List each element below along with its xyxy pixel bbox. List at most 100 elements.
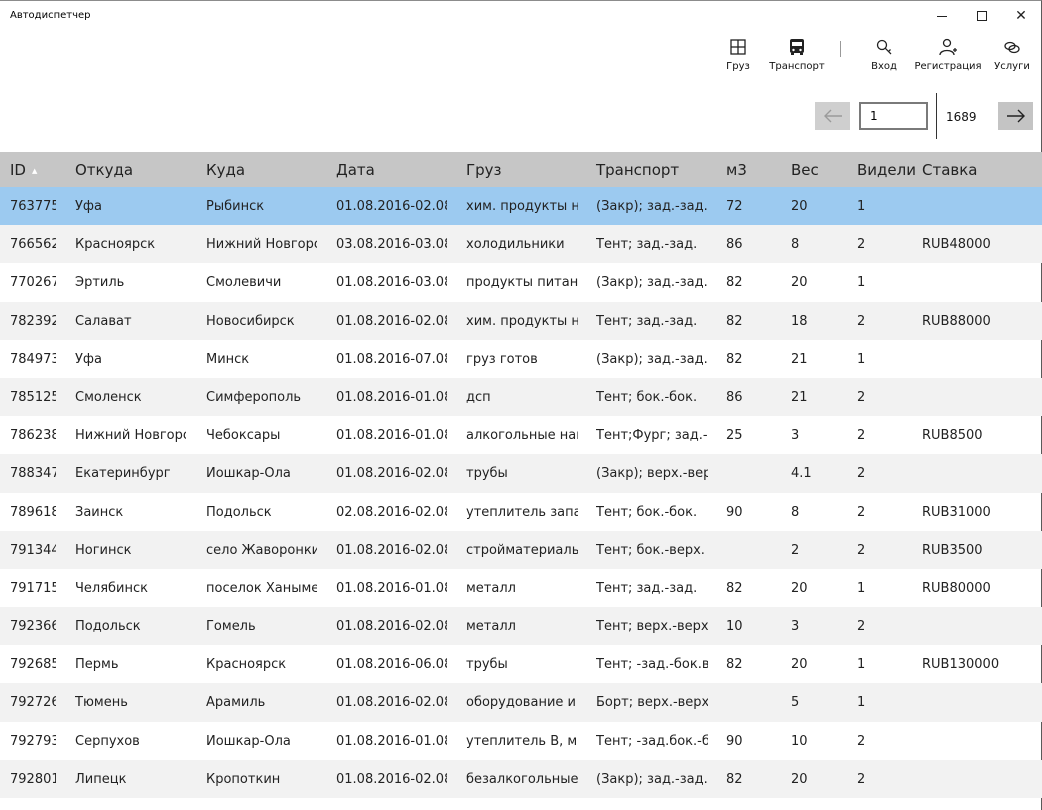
column-header-from[interactable]: Откуда — [75, 161, 186, 179]
cell-date: 01.08.2016-01.08.2016 — [336, 389, 447, 405]
table-row[interactable]: 7928010 Липецк Кропоткин 01.08.2016-02.08.2… — [0, 759, 1042, 798]
page-total: 1689 — [946, 110, 977, 124]
cell-seen: 2 — [857, 619, 866, 635]
cell-transport: Тент;Фург; зад.-зад. — [596, 428, 708, 444]
cell-from: Серпухов — [75, 733, 140, 749]
register-button[interactable]: Регистрация — [914, 37, 982, 81]
app-window: Автодиспетчер ✕ Груз Транспорт Вход Реги… — [0, 0, 1042, 810]
table-row[interactable]: 7927262 Тюмень Арамиль 01.08.2016-02.08.201… — [0, 683, 1042, 722]
page-number-input[interactable] — [859, 102, 928, 130]
cell-volume: 90 — [726, 504, 743, 520]
column-header-rate[interactable]: Ставка — [922, 161, 1032, 179]
close-button[interactable]: ✕ — [1001, 1, 1041, 31]
cell-volume: 90 — [726, 733, 743, 749]
link-icon — [1004, 41, 1020, 54]
cell-to: Нижний Новгород — [206, 237, 317, 253]
cell-id: 7823922 — [10, 313, 56, 329]
table-row[interactable]: 7896180 Заинск Подольск 02.08.2016-02.08.20… — [0, 493, 1042, 531]
services-button[interactable]: Услуги — [994, 37, 1030, 81]
cell-date: 01.08.2016-01.08.2016 — [336, 580, 447, 596]
table-row[interactable]: 7913440 Ногинск село Жаворонки 01.08.2016-0… — [0, 530, 1042, 569]
cell-seen: 1 — [857, 657, 866, 673]
cell-to: поселок Ханымей — [206, 580, 317, 596]
cell-weight: 2 — [791, 542, 800, 558]
table-row[interactable]: 7926857 Пермь Красноярск 01.08.2016-06.08.2… — [0, 645, 1042, 683]
cell-cargo: безалкогольные н — [466, 771, 578, 787]
column-header-weight[interactable]: Вес — [791, 161, 841, 179]
close-icon: ✕ — [1015, 8, 1027, 24]
cell-from: Тюмень — [75, 695, 128, 711]
table-row[interactable]: 7702678 Эртиль Смолевичи 01.08.2016-03.08.2… — [0, 263, 1042, 301]
cell-transport: (Закр); зад.-зад. — [596, 275, 708, 291]
title-bar: Автодиспетчер ✕ — [0, 1, 1042, 31]
cell-seen: 2 — [857, 504, 866, 520]
cell-to: Красноярск — [206, 657, 287, 673]
cell-weight: 20 — [791, 657, 808, 673]
cell-date: 01.08.2016-02.08.2016 — [336, 771, 447, 787]
cell-id: 7883472 — [10, 466, 56, 482]
minimize-button[interactable] — [922, 1, 962, 31]
column-header-date[interactable]: Дата — [336, 161, 447, 179]
cell-weight: 4.1 — [791, 466, 812, 482]
cell-weight: 21 — [791, 351, 808, 367]
cell-cargo: трубы — [466, 657, 508, 673]
table-row[interactable]: 7849738 Уфа Минск 01.08.2016-07.08.2016 груз… — [0, 340, 1042, 378]
cell-transport: Тент; бок.-бок. — [596, 389, 698, 405]
column-header-to[interactable]: Куда — [206, 161, 317, 179]
table-row[interactable]: 7927939 Серпухов Йошкар-Ола 01.08.2016-01.0… — [0, 722, 1042, 760]
table-row[interactable]: 7851254 Смоленск Симферополь 01.08.2016-01.… — [0, 377, 1042, 417]
table-row[interactable]: 7823922 Салават Новосибирск 01.08.2016-02.0… — [0, 301, 1042, 340]
cell-seen: 2 — [857, 428, 866, 444]
transport-button[interactable]: Транспорт — [768, 37, 826, 81]
toolbar-separator — [840, 41, 841, 57]
cell-rate: RUB31000 — [922, 504, 991, 520]
table-row[interactable]: 7637757 Уфа Рыбинск 01.08.2016-02.08.2016 хи… — [0, 187, 1042, 226]
cell-from: Пермь — [75, 657, 119, 673]
next-page-button[interactable] — [998, 102, 1033, 130]
cell-id: 7896180 — [10, 504, 56, 520]
cell-weight: 8 — [791, 237, 800, 253]
column-header-seen[interactable]: Видели — [857, 161, 916, 179]
cell-volume: 82 — [726, 657, 743, 673]
cargo-label: Груз — [726, 61, 750, 72]
cell-id: 7928010 — [10, 771, 56, 787]
column-header-transport[interactable]: Транспорт — [596, 161, 708, 179]
cell-seen: 2 — [857, 466, 866, 482]
cell-to: Йошкар-Ола — [206, 733, 291, 749]
prev-page-button[interactable] — [815, 102, 850, 130]
cell-rate: RUB48000 — [922, 237, 991, 253]
cell-volume: 86 — [726, 389, 743, 405]
cell-seen: 2 — [857, 542, 866, 558]
maximize-button[interactable] — [962, 1, 1002, 31]
cell-seen: 2 — [857, 733, 866, 749]
cell-cargo: стройматериалы — [466, 542, 578, 558]
column-header-cargo[interactable]: Груз — [466, 161, 578, 179]
cell-date: 01.08.2016-02.08.2016 — [336, 466, 447, 482]
cell-from: Ногинск — [75, 542, 132, 558]
cell-weight: 18 — [791, 313, 808, 329]
cell-rate: RUB130000 — [922, 657, 1000, 673]
column-header-volume[interactable]: м3 — [726, 161, 776, 179]
cell-from: Смоленск — [75, 389, 142, 405]
cell-seen: 2 — [857, 313, 866, 329]
login-button[interactable]: Вход — [870, 37, 898, 81]
cell-cargo: металл — [466, 619, 516, 635]
column-header-id[interactable]: ID ▲ — [10, 161, 56, 179]
table-row[interactable]: 7862380 Нижний Новгород Чебоксары 01.08.201… — [0, 416, 1042, 454]
minimize-icon — [937, 15, 947, 17]
cargo-button[interactable]: Груз — [726, 37, 750, 81]
cell-transport: Тент; зад.-зад. — [596, 580, 698, 596]
cell-date: 01.08.2016-02.08.2016 — [336, 313, 447, 329]
cell-weight: 20 — [791, 580, 808, 596]
table-row[interactable]: 7917159 Челябинск поселок Ханымей 01.08.201… — [0, 569, 1042, 607]
cell-seen: 2 — [857, 771, 866, 787]
cell-cargo: холодильники — [466, 237, 565, 253]
table-row[interactable]: 7923668 Подольск Гомель 01.08.2016-02.08.20… — [0, 607, 1042, 646]
table-row[interactable]: 7883472 Екатеринбург Йошкар-Ола 01.08.2016-… — [0, 454, 1042, 493]
table-row[interactable]: 7665627 Красноярск Нижний Новгород 03.08.20… — [0, 225, 1042, 264]
cell-volume: 82 — [726, 771, 743, 787]
cell-id: 7862380 — [10, 428, 56, 444]
cell-cargo: груз готов — [466, 351, 538, 367]
cell-transport: Тент; верх.-верх. — [596, 619, 708, 635]
cell-id: 7927939 — [10, 733, 56, 749]
